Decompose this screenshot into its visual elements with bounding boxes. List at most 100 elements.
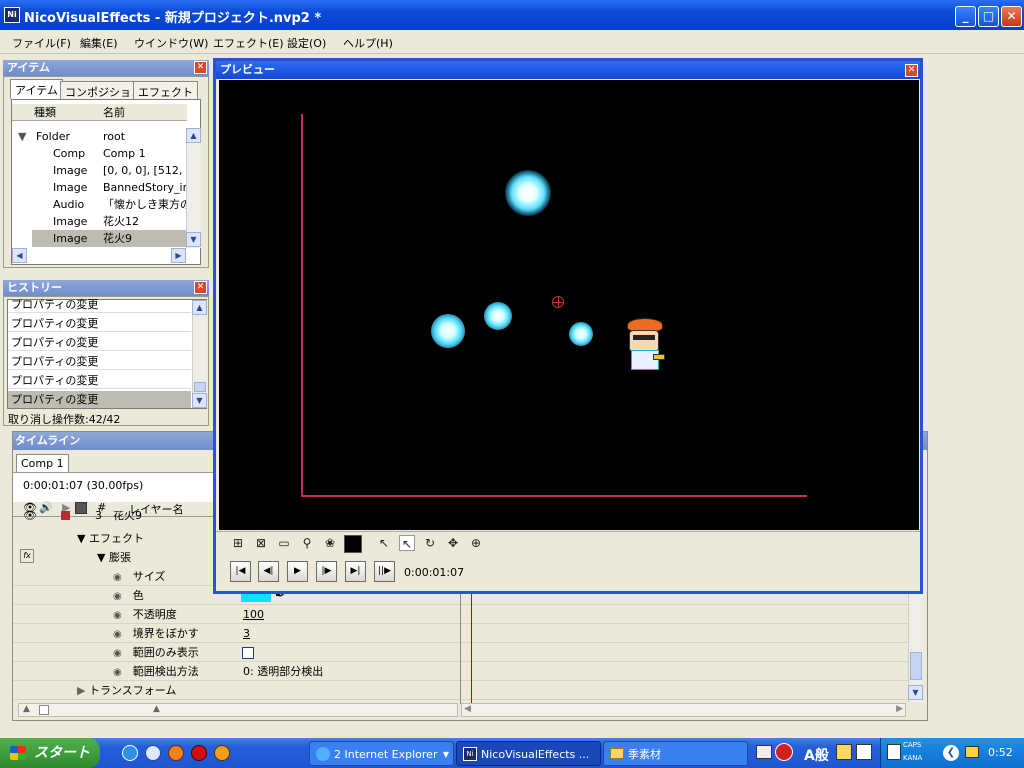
list-item[interactable]: Image 花火9 (32, 230, 187, 247)
menu-help[interactable]: ヘルプ(H) (343, 35, 393, 51)
select-arrow-icon[interactable]: ↖ (376, 535, 392, 551)
menu-effect[interactable]: エフェクト(E) (213, 35, 284, 51)
playhead-line[interactable] (471, 594, 472, 704)
network-icon[interactable] (965, 746, 979, 758)
minimize-button[interactable]: _ (955, 6, 976, 27)
scroll-down-icon[interactable]: ▼ (192, 393, 207, 408)
prev-frame-button[interactable]: ◀| (258, 561, 279, 582)
tab-effect[interactable]: エフェクト (133, 81, 198, 99)
preview-close-icon[interactable]: ✕ (905, 64, 918, 77)
scroll-left-icon[interactable]: ◀ (12, 248, 27, 263)
ime-tool-icon[interactable] (836, 744, 852, 760)
fx-icon[interactable]: fx (20, 549, 34, 563)
background-color-swatch[interactable] (344, 535, 362, 553)
select-tool-icon[interactable]: ↖ (399, 535, 415, 551)
prop-opacity[interactable]: ◉ 不透明度 (113, 605, 177, 624)
scroll-right-icon[interactable]: ▶ (896, 704, 903, 714)
next-frame-button[interactable]: |▶ (316, 561, 337, 582)
move-tool-icon[interactable]: ✥ (445, 535, 461, 551)
list-item[interactable]: Comp Comp 1 (12, 145, 187, 162)
history-item[interactable]: プロパティの変更 (8, 296, 191, 313)
zoom-slider-thumb[interactable] (39, 705, 49, 715)
scroll-left-icon[interactable]: ◀ (464, 704, 471, 714)
history-item[interactable]: プロパティの変更 (8, 315, 191, 332)
tray-app-icon[interactable] (887, 744, 901, 760)
anchor-tool-icon[interactable]: ⊕ (468, 535, 484, 551)
opacity-value[interactable]: 100 (243, 605, 264, 624)
anchor-point-icon[interactable] (552, 296, 564, 308)
scroll-right-icon[interactable]: ▶ (171, 248, 186, 263)
column-type[interactable]: 種類 (34, 104, 56, 120)
list-item[interactable]: Image [0, 0, 0], [512, 38 (12, 162, 187, 179)
feather-value[interactable]: 3 (243, 624, 250, 643)
zoom-out-icon[interactable]: ▲ (23, 704, 30, 714)
expand-down-icon[interactable]: ▼ (77, 532, 85, 545)
start-button[interactable]: スタート (0, 738, 100, 768)
effect-dilate[interactable]: ▼ 膨張 (97, 548, 131, 567)
history-item[interactable]: プロパティの変更 (8, 334, 191, 351)
list-item[interactable]: Audio 「懐かしき東方の (12, 196, 187, 213)
maximize-button[interactable]: □ (978, 6, 999, 27)
history-panel-close-icon[interactable]: ✕ (194, 281, 207, 294)
folder-icon[interactable]: ▭ (276, 535, 292, 551)
prop-feather[interactable]: ◉ 境界をぼかす (113, 624, 199, 643)
ie-quicklaunch-icon[interactable] (122, 745, 138, 761)
ime-pad-icon[interactable] (856, 744, 872, 760)
range-only-checkbox[interactable] (242, 647, 254, 659)
keyboard-icon[interactable] (756, 745, 772, 759)
scroll-down-icon[interactable]: ▼ (908, 685, 923, 700)
safe-area-icon[interactable]: ⊠ (253, 535, 269, 551)
menu-window[interactable]: ウインドウ(W) (134, 35, 208, 51)
zoom-slider[interactable]: ▲ ▲ (18, 703, 458, 717)
stopwatch-icon[interactable]: ◉ (113, 572, 122, 583)
scroll-thumb[interactable] (194, 382, 206, 392)
stopwatch-icon[interactable]: ◉ (113, 629, 122, 640)
expand-down-icon[interactable]: ▼ (97, 551, 105, 564)
layer-row[interactable]: 👁 3 花火9 (19, 511, 214, 521)
transform-group[interactable]: ▶ トランスフォーム (77, 681, 176, 700)
list-item[interactable]: Image BannedStory_im (12, 179, 187, 196)
taskbar-item-ie[interactable]: 2 Internet Explorer ▼ (309, 741, 454, 766)
effect-group[interactable]: ▼ エフェクト (77, 529, 144, 548)
expand-down-icon[interactable]: ▼ (18, 128, 26, 145)
zoom-in-icon[interactable]: ▲ (153, 704, 160, 714)
list-item[interactable]: Image 花火12 (12, 213, 187, 230)
timeline-scrollbar[interactable]: ▼ (908, 592, 923, 702)
taskbar-item-nve[interactable]: Ni NicoVisualEffects ... (456, 741, 601, 766)
history-item[interactable]: プロパティの変更 (8, 353, 191, 370)
stopwatch-icon[interactable]: ◉ (113, 610, 122, 621)
prop-color[interactable]: ◉ 色 (113, 586, 144, 605)
play-button[interactable]: ▶ (287, 561, 308, 582)
range-detect-value[interactable]: 0: 透明部分検出 (243, 662, 323, 681)
ram-preview-button[interactable]: ||▶ (374, 561, 395, 582)
title-bar[interactable]: Ni NicoVisualEffects - 新規プロジェクト.nvp2 * _… (0, 0, 1024, 30)
ime-icon[interactable] (775, 743, 793, 761)
item-tree-scrollbar[interactable]: ▲ ▼ (186, 128, 201, 248)
rotate-tool-icon[interactable]: ↻ (422, 535, 438, 551)
go-to-start-button[interactable]: |◀ (230, 561, 251, 582)
scroll-up-icon[interactable]: ▲ (192, 300, 207, 315)
tab-items[interactable]: アイテム (10, 79, 63, 99)
preview-canvas[interactable] (219, 80, 919, 530)
preview-window[interactable]: プレビュー ✕ ⊞ ⊠ ▭ ⚲ ❀ ↖ ↖ ↻ ✥ ⊕ |◀ ◀| ▶ |▶ ▶… (213, 58, 923, 594)
grid-icon[interactable]: ⊞ (230, 535, 246, 551)
go-to-end-button[interactable]: ▶| (345, 561, 366, 582)
menu-file[interactable]: ファイル(F) (12, 35, 71, 51)
tab-comp1[interactable]: Comp 1 (16, 454, 69, 474)
stopwatch-icon[interactable]: ◉ (113, 591, 122, 602)
quicklaunch-icon[interactable] (145, 745, 161, 761)
history-item[interactable]: プロパティの変更 (8, 372, 191, 389)
taskbar-item-folder[interactable]: 季素材 (603, 741, 748, 766)
stopwatch-icon[interactable]: ◉ (113, 648, 122, 659)
clock[interactable]: 0:52 (988, 746, 1013, 759)
scroll-thumb[interactable] (910, 652, 922, 680)
history-scrollbar[interactable]: ▲ ▼ (192, 300, 207, 408)
history-item-selected[interactable]: プロパティの変更 (8, 391, 191, 408)
list-item[interactable]: ▼ Folder root (12, 128, 187, 145)
quicklaunch-icon[interactable] (214, 745, 230, 761)
ime-mode-indicator[interactable]: A般 (804, 745, 829, 765)
quicklaunch-icon[interactable] (168, 745, 184, 761)
stopwatch-icon[interactable]: ◉ (113, 667, 122, 678)
menu-edit[interactable]: 編集(E) (80, 35, 118, 51)
color-channel-icon[interactable]: ❀ (322, 535, 338, 551)
